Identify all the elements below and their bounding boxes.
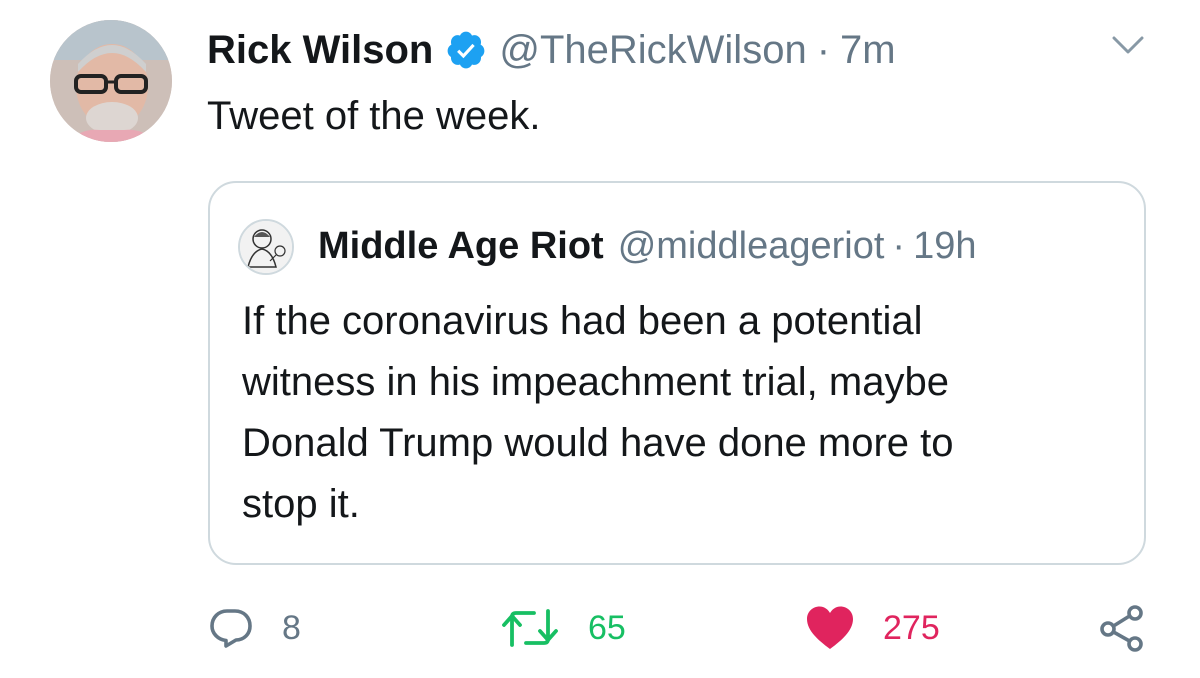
reply-count: 8 — [282, 608, 301, 647]
quoted-text-line: If the coronavirus had been a potential — [242, 299, 923, 343]
share-button[interactable] — [1098, 598, 1146, 658]
quoted-text-line: Donald Trump would have done more to — [242, 421, 954, 465]
reply-button[interactable]: 8 — [208, 598, 301, 658]
heart-icon — [805, 605, 855, 651]
author-handle[interactable]: @TheRickWilson — [499, 28, 806, 73]
tweet[interactable]: Rick Wilson @TheRickWilson · 7m Tweet of… — [0, 0, 1200, 678]
quoted-text-line: witness in his impeachment trial, maybe — [242, 360, 949, 404]
like-button[interactable]: 275 — [805, 598, 940, 658]
like-count: 275 — [883, 608, 940, 647]
header-separator: · — [816, 27, 831, 72]
retweet-count: 65 — [588, 608, 626, 647]
author-name[interactable]: Rick Wilson — [207, 28, 433, 73]
chevron-down-icon[interactable] — [1110, 30, 1146, 60]
quoted-author-handle[interactable]: @middleageriot — [618, 225, 885, 268]
quoted-tweet-text: If the coronavirus had been a potential … — [242, 291, 1122, 535]
quoted-text-line: stop it. — [242, 482, 360, 526]
tweet-actions: 8 65 275 — [0, 598, 1200, 658]
quoted-tweet-timestamp[interactable]: 19h — [913, 225, 976, 268]
verified-badge-icon — [445, 29, 487, 71]
quoted-tweet-header: Middle Age Riot @middleageriot · 19h — [318, 221, 976, 271]
author-avatar-image — [50, 20, 172, 142]
quoted-avatar-image — [240, 221, 292, 273]
tweet-timestamp[interactable]: 7m — [840, 28, 896, 73]
tweet-header: Rick Wilson @TheRickWilson · 7m — [207, 24, 896, 76]
author-avatar[interactable] — [50, 20, 172, 142]
tweet-text: Tweet of the week. — [207, 94, 541, 138]
reply-icon — [208, 605, 254, 651]
share-icon — [1098, 604, 1146, 652]
quoted-header-separator: · — [892, 224, 906, 267]
quoted-tweet[interactable]: Middle Age Riot @middleageriot · 19h If … — [208, 181, 1146, 565]
retweet-button[interactable]: 65 — [500, 598, 626, 658]
quoted-author-name[interactable]: Middle Age Riot — [318, 225, 604, 268]
retweet-icon — [500, 605, 560, 651]
quoted-author-avatar[interactable] — [238, 219, 294, 275]
